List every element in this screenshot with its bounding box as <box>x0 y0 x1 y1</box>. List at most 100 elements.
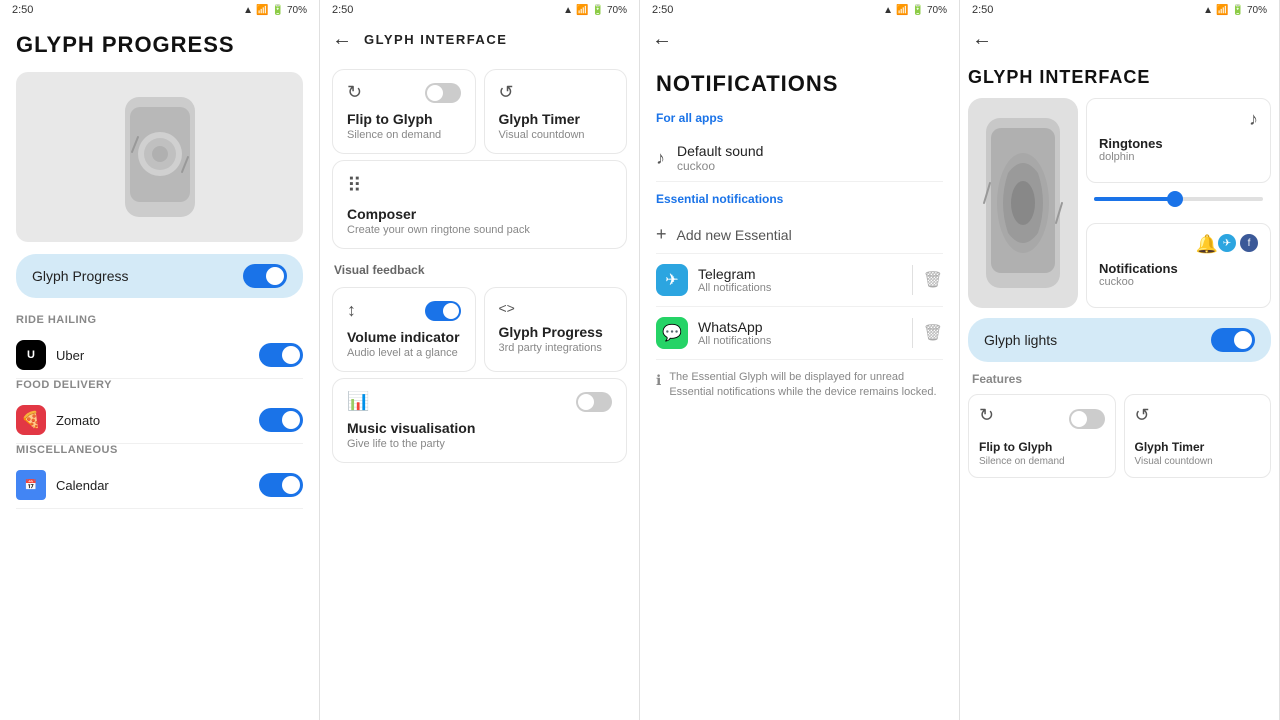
glyph-timer-card[interactable]: ↺ Glyph Timer Visual countdown <box>484 69 628 154</box>
music-vis-toggle[interactable] <box>576 392 612 412</box>
panel-glyph-interface-right: 2:50 ▲ 📶 🔋 70% ← GLYPH INTERFACE <box>960 0 1280 720</box>
uber-icon: U <box>16 340 46 370</box>
back-button-4[interactable]: ← <box>972 28 992 51</box>
signal-icon: ▲ <box>243 5 253 16</box>
status-icons-1: ▲ 📶 🔋 70% <box>243 5 307 16</box>
glyph-lights-toggle[interactable] <box>1211 328 1255 352</box>
notif-row-telegram[interactable]: ✈ Telegram All notifications 🗑 <box>656 254 943 307</box>
notifications-label: Notifications <box>1099 261 1258 276</box>
music-vis-icon: 📊 <box>347 391 369 412</box>
flip-title: Flip to Glyph <box>347 111 461 127</box>
sound-preview-box <box>968 98 1078 308</box>
panel-notifications: 2:50 ▲ 📶 🔋 70% ← NOTIFICATIONS For all a… <box>640 0 960 720</box>
battery-pct-1: 70% <box>287 5 307 16</box>
back-button-2[interactable]: ← <box>332 28 352 51</box>
sound-cards-col: ♪ Ringtones dolphin 🔔 <box>1086 98 1271 308</box>
panel3-scroll: NOTIFICATIONS For all apps ♪ Default sou… <box>640 59 959 720</box>
flip-mini-top: ↻ <box>979 405 1105 432</box>
add-essential-label: Add new Essential <box>677 227 792 243</box>
nav-title-2: GLYPH INTERFACE <box>364 32 507 47</box>
telegram-badge-icon: ✈ <box>1218 234 1236 252</box>
section-misc: Miscellaneous <box>16 444 303 456</box>
zomato-icon: 🍕 <box>16 405 46 435</box>
whatsapp-icon: 💬 <box>656 317 688 349</box>
notif-row-whatsapp[interactable]: 💬 WhatsApp All notifications 🗑 <box>656 307 943 360</box>
glyph-progress-title: Glyph Progress <box>499 324 613 340</box>
glyph-lights-row[interactable]: Glyph lights <box>968 318 1271 362</box>
music-vis-card[interactable]: 📊 Music visualisation Give life to the p… <box>332 378 627 463</box>
zomato-toggle[interactable] <box>259 408 303 432</box>
page-title-3: NOTIFICATIONS <box>656 71 943 97</box>
uber-info: U Uber <box>16 340 84 370</box>
volume-card-header: ↕ <box>347 300 461 321</box>
battery-pct-4: 70% <box>1247 5 1267 16</box>
default-sound-value: cuckoo <box>677 159 763 173</box>
list-item-uber[interactable]: U Uber <box>16 332 303 379</box>
battery-icon: 🔋 <box>272 5 284 16</box>
glyph-preview <box>16 72 303 242</box>
divider-whatsapp <box>912 318 913 348</box>
social-icons-row: ✈ f <box>1218 234 1258 255</box>
timer-mini-title: Glyph Timer <box>1135 440 1261 454</box>
panel1-scroll: GLYPH PROGRESS Glyph Progress Ride haili… <box>0 20 319 720</box>
volume-slider-row[interactable] <box>1086 191 1271 207</box>
timer-mini-top: ↺ <box>1135 405 1261 432</box>
composer-title: Composer <box>347 206 612 222</box>
status-icons-2: ▲ 📶 🔋 70% <box>563 5 627 16</box>
flip-desc: Silence on demand <box>347 129 461 141</box>
slider-thumb[interactable] <box>1167 191 1183 207</box>
nav-bar-3: ← <box>640 20 959 59</box>
features-label: Features <box>968 372 1271 386</box>
for-all-label: For all apps <box>656 111 943 125</box>
glyph-progress-card[interactable]: <> Glyph Progress 3rd party integrations <box>484 287 628 372</box>
glyph-progress-toggle[interactable] <box>243 264 287 288</box>
list-item-zomato[interactable]: 🍕 Zomato <box>16 397 303 444</box>
volume-desc: Audio level at a glance <box>347 347 461 359</box>
delete-whatsapp-icon[interactable]: 🗑 <box>923 323 943 343</box>
glyph-progress-desc: 3rd party integrations <box>499 342 613 354</box>
timer-title: Glyph Timer <box>499 111 613 127</box>
uber-toggle[interactable] <box>259 343 303 367</box>
ringtones-value: dolphin <box>1099 151 1258 163</box>
music-vis-desc: Give life to the party <box>347 438 612 450</box>
glyph-lights-label: Glyph lights <box>984 332 1057 348</box>
composer-card[interactable]: ⠿ Composer Create your own ringtone soun… <box>332 160 627 249</box>
ringtones-card[interactable]: ♪ Ringtones dolphin <box>1086 98 1271 183</box>
flip-mini-icon: ↻ <box>979 405 994 426</box>
flip-to-glyph-card[interactable]: ↻ Flip to Glyph Silence on demand <box>332 69 476 154</box>
glyph-progress-toggle-row[interactable]: Glyph Progress <box>16 254 303 298</box>
status-icons-4: ▲ 📶 🔋 70% <box>1203 5 1267 16</box>
volume-icon: ↕ <box>347 300 356 321</box>
calendar-toggle[interactable] <box>259 473 303 497</box>
default-sound-row[interactable]: ♪ Default sound cuckoo <box>656 135 943 182</box>
default-sound-label: Default sound <box>677 143 763 159</box>
flip-mini-toggle[interactable] <box>1069 409 1105 429</box>
features-row: ↻ Flip to Glyph Silence on demand ↺ Glyp… <box>968 394 1271 478</box>
add-essential-row[interactable]: + Add new Essential <box>656 216 943 254</box>
panel4-scroll: GLYPH INTERFACE ♪ <box>960 59 1279 720</box>
telegram-icon: ✈ <box>656 264 688 296</box>
volume-toggle[interactable] <box>425 301 461 321</box>
ringtones-card-top: ♪ <box>1099 109 1258 130</box>
volume-indicator-card[interactable]: ↕ Volume indicator Audio level at a glan… <box>332 287 476 372</box>
battery-pct-3: 70% <box>927 5 947 16</box>
timer-icon: ↺ <box>499 82 514 103</box>
slider-track <box>1094 197 1263 201</box>
status-bar-2: 2:50 ▲ 📶 🔋 70% <box>320 0 639 20</box>
flip-toggle[interactable] <box>425 83 461 103</box>
slider-fill <box>1094 197 1170 201</box>
notifications-card[interactable]: 🔔 ✈ f Notifications cuckoo <box>1086 223 1271 308</box>
back-button-3[interactable]: ← <box>652 28 672 51</box>
time-2: 2:50 <box>332 4 353 16</box>
default-sound-info: Default sound cuckoo <box>677 143 763 173</box>
divider-telegram <box>912 265 913 295</box>
whatsapp-info: WhatsApp All notifications <box>698 319 902 347</box>
timer-card-header: ↺ <box>499 82 613 103</box>
flip-to-glyph-mini-card[interactable]: ↻ Flip to Glyph Silence on demand <box>968 394 1116 478</box>
delete-telegram-icon[interactable]: 🗑 <box>923 270 943 290</box>
glyph-timer-mini-card[interactable]: ↺ Glyph Timer Visual countdown <box>1124 394 1272 478</box>
signal-icon-4: ▲ <box>1203 5 1213 16</box>
notifications-value: cuckoo <box>1099 276 1258 288</box>
timer-mini-icon: ↺ <box>1135 405 1150 426</box>
list-item-calendar[interactable]: 📅 Calendar <box>16 462 303 509</box>
